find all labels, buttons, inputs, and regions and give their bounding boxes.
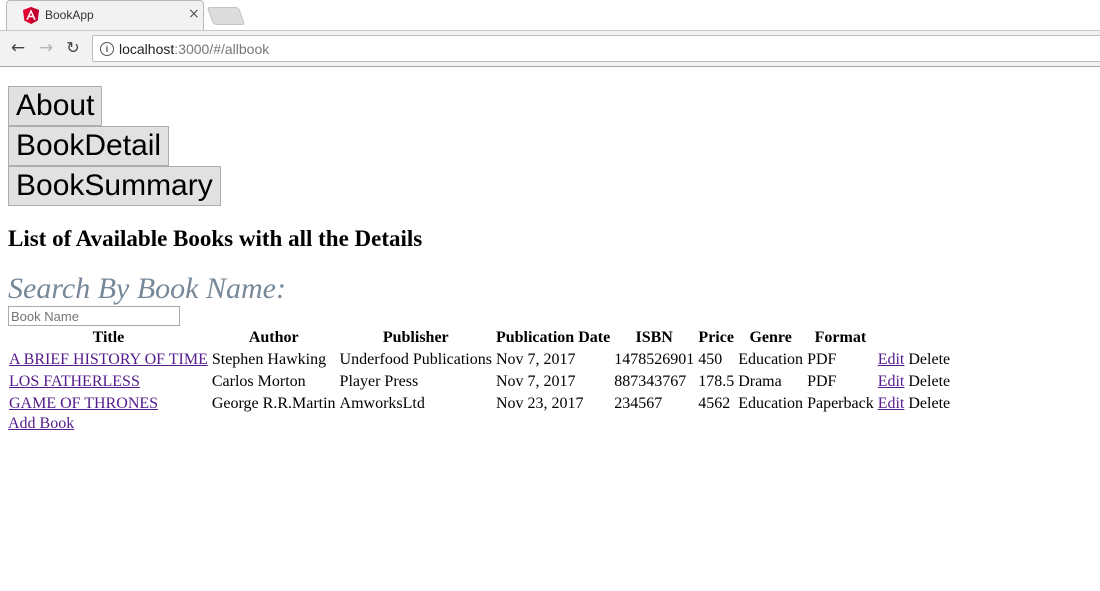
column-header-title: Title [92, 329, 125, 346]
book-title-link[interactable]: GAME OF THRONES [9, 395, 158, 412]
url-path: :3000/#/allbook [174, 41, 270, 57]
reload-icon[interactable]: ↻ [63, 38, 83, 58]
search-input[interactable] [8, 306, 180, 326]
book-format: PDF [807, 351, 837, 368]
forward-arrow-icon[interactable]: → [36, 38, 56, 58]
book-publication-date: Nov 7, 2017 [495, 351, 576, 368]
edit-link[interactable]: Edit [878, 373, 905, 390]
new-tab-button[interactable] [206, 7, 246, 25]
address-bar[interactable]: i localhost:3000/#/allbook [92, 35, 1100, 62]
book-title-link[interactable]: A BRIEF HISTORY OF TIME [9, 351, 208, 368]
edit-link[interactable]: Edit [878, 351, 905, 368]
book-genre: Education [738, 351, 804, 368]
tab-title: BookApp [45, 8, 94, 22]
info-icon[interactable]: i [100, 42, 114, 56]
book-author: Carlos Morton [211, 373, 306, 390]
book-price: 4562 [698, 395, 731, 412]
angular-logo-icon [23, 7, 39, 24]
book-genre: Education [738, 395, 804, 412]
table-row: LOS FATHERLESS Carlos Morton Player Pres… [8, 372, 951, 392]
nav-buttons: About BookDetail BookSummary [8, 86, 953, 206]
book-genre: Drama [738, 373, 782, 390]
page-title: List of Available Books with all the Det… [8, 226, 423, 251]
column-header-genre: Genre [749, 329, 792, 346]
book-isbn: 887343767 [614, 373, 687, 390]
close-icon[interactable]: × [188, 6, 200, 22]
book-publication-date: Nov 23, 2017 [495, 395, 584, 412]
url-host: localhost [119, 41, 175, 57]
table-row: GAME OF THRONES George R.R.Martin Amwork… [8, 394, 951, 414]
back-arrow-icon[interactable]: ← [8, 38, 28, 58]
browser-toolbar: ← → ↻ i localhost:3000/#/allbook [0, 31, 1100, 67]
table-header-row: Title Author Publisher Publication Date … [8, 328, 951, 348]
book-format: PDF [807, 373, 837, 390]
row-actions: Edit Delete [877, 394, 951, 414]
page-content: About BookDetail BookSummary List of Ava… [8, 86, 953, 433]
edit-link[interactable]: Edit [878, 395, 905, 412]
book-format: Paperback [807, 395, 874, 412]
delete-button[interactable]: Delete [908, 373, 950, 390]
delete-button[interactable]: Delete [908, 351, 950, 368]
search-label: Search By Book Name: [8, 272, 286, 305]
column-header-publication-date: Publication Date [495, 329, 611, 346]
book-isbn: 1478526901 [614, 351, 695, 368]
about-button[interactable]: About [8, 86, 103, 126]
book-price: 178.5 [698, 373, 735, 390]
row-actions: Edit Delete [877, 350, 951, 370]
column-header-actions [877, 328, 951, 348]
book-publisher: Underfood Publications [339, 351, 492, 368]
book-price: 450 [698, 351, 723, 368]
column-header-format: Format [814, 329, 867, 346]
book-publisher: AmworksLtd [339, 395, 425, 412]
browser-chrome: BookApp × ← → ↻ i localhost:3000/#/allbo… [0, 0, 1100, 67]
row-actions: Edit Delete [877, 372, 951, 392]
column-header-price: Price [698, 329, 734, 346]
url-text[interactable]: localhost:3000/#/allbook [119, 41, 269, 57]
book-author: George R.R.Martin [211, 395, 336, 412]
book-publication-date: Nov 7, 2017 [495, 373, 576, 390]
table-row: A BRIEF HISTORY OF TIME Stephen Hawking … [8, 350, 951, 370]
add-book-link[interactable]: Add Book [8, 415, 953, 433]
books-table: Title Author Publisher Publication Date … [6, 326, 953, 416]
column-header-isbn: ISBN [635, 329, 673, 346]
column-header-author: Author [248, 329, 299, 346]
book-publisher: Player Press [339, 373, 419, 390]
book-author: Stephen Hawking [211, 351, 327, 368]
tab-strip: BookApp × [0, 0, 1100, 31]
tab-bookapp[interactable]: BookApp × [6, 0, 204, 30]
column-header-publisher: Publisher [382, 329, 449, 346]
book-isbn: 234567 [614, 395, 663, 412]
delete-button[interactable]: Delete [908, 395, 950, 412]
book-title-link[interactable]: LOS FATHERLESS [9, 373, 140, 390]
book-summary-button[interactable]: BookSummary [8, 166, 221, 206]
book-detail-button[interactable]: BookDetail [8, 126, 170, 166]
